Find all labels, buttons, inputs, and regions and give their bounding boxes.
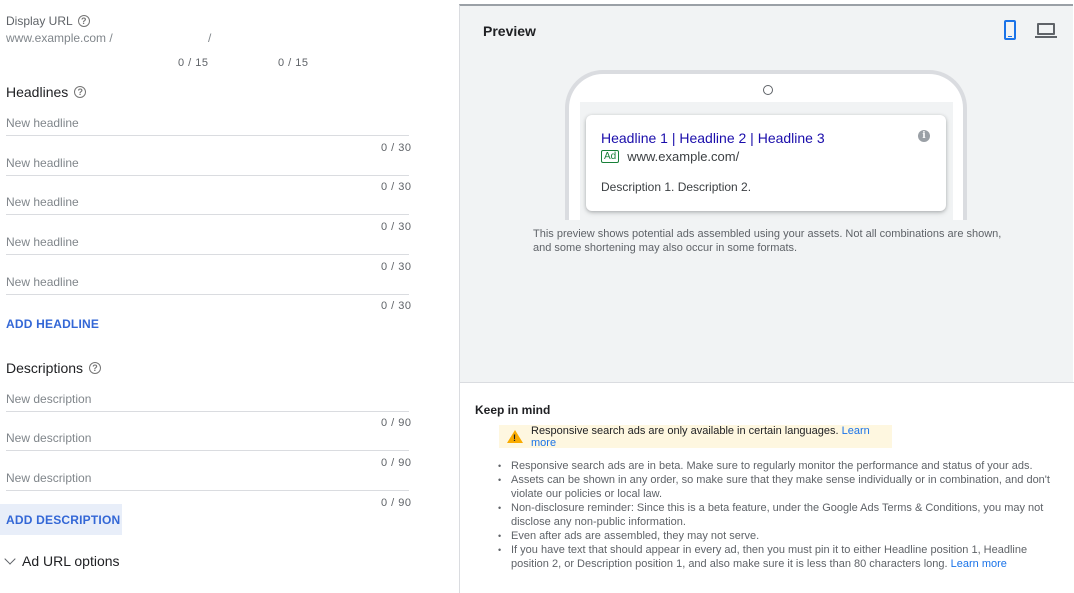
headline-placeholder: New headline [6,116,79,130]
headline-input[interactable]: New headline [6,156,409,176]
headline-placeholder: New headline [6,275,79,289]
preview-note: This preview shows potential ads assembl… [533,228,1002,254]
add-description-button[interactable]: ADD DESCRIPTION [0,504,122,535]
keep-in-mind-title: Keep in mind [475,403,551,417]
ad-display-url: www.example.com/ [627,149,740,164]
description-input[interactable]: New description [6,392,409,412]
keep-in-mind-section: Keep in mind ! Responsive search ads are… [460,382,1074,593]
headline-input[interactable]: New headline [6,235,409,255]
list-item: Even after ads are assembled, they may n… [497,529,1057,543]
ad-badge: Ad [601,150,620,163]
description-count: 0 / 90 [381,497,412,509]
description-input[interactable]: New description [6,431,409,451]
display-url-label: Display URL ? [6,14,90,28]
headline-count: 0 / 30 [381,142,412,154]
list-item: Non-disclosure reminder: Since this is a… [497,501,1057,529]
list-item: Responsive search ads are in beta. Make … [497,459,1057,473]
warning-message: Responsive search ads are only available… [531,424,839,437]
desktop-device-icon[interactable] [1035,23,1057,38]
preview-title: Preview [483,23,536,39]
description-placeholder: New description [6,392,92,406]
list-item: If you have text that should appear in e… [497,543,1057,571]
headlines-title-text: Headlines [6,84,69,100]
ad-url-options-toggle[interactable]: Ad URL options [4,552,120,569]
ad-url-options-label: Ad URL options [22,553,120,569]
add-description-label: ADD DESCRIPTION [6,513,121,527]
headline-count: 0 / 30 [381,300,412,312]
description-placeholder: New description [6,471,92,485]
warning-text: Responsive search ads are only available… [531,425,892,449]
info-icon[interactable]: i [918,130,930,142]
ad-url-row: Ad www.example.com/ [601,149,739,164]
path2-count: 0 / 15 [278,57,309,69]
headline-placeholder: New headline [6,235,79,249]
headline-input[interactable]: New headline [6,116,409,136]
help-icon[interactable]: ? [74,86,87,98]
warning-icon: ! [507,430,523,443]
chevron-down-icon [4,552,16,565]
headline-count: 0 / 30 [381,261,412,273]
description-placeholder: New description [6,431,92,445]
ad-editor-panel: Display URL ? www.example.com / / 0 / 15… [0,0,460,593]
headline-count: 0 / 30 [381,181,412,193]
preview-panel: Preview Headline 1 | Headline 2 | Headli… [459,4,1074,593]
headline-placeholder: New headline [6,156,79,170]
headline-placeholder: New headline [6,195,79,209]
help-icon[interactable]: ? [89,362,102,374]
description-input[interactable]: New description [6,471,409,491]
add-headline-button[interactable]: ADD HEADLINE [6,317,99,331]
list-item: Assets can be shown in any order, so mak… [497,473,1057,501]
ad-headline: Headline 1 | Headline 2 | Headline 3 [601,130,825,146]
descriptions-title-text: Descriptions [6,360,84,376]
display-url-base: www.example.com / [6,31,113,45]
headlines-title: Headlines ? [6,84,87,100]
phone-camera [763,85,773,95]
language-warning: ! Responsive search ads are only availab… [499,425,892,449]
path1-count: 0 / 15 [178,57,209,69]
keep-in-mind-list: Responsive search ads are in beta. Make … [497,459,1057,571]
mobile-device-icon[interactable] [1004,20,1016,40]
display-url-separator: / [208,31,212,45]
display-url-title: Display URL [6,14,73,28]
description-count: 0 / 90 [381,457,412,469]
learn-more-link[interactable]: Learn more [951,558,1007,570]
descriptions-title: Descriptions ? [6,360,102,376]
headline-input[interactable]: New headline [6,275,409,295]
description-count: 0 / 90 [381,417,412,429]
headline-count: 0 / 30 [381,221,412,233]
ad-preview-card: Headline 1 | Headline 2 | Headline 3 i A… [586,115,946,211]
help-icon[interactable]: ? [77,15,90,27]
ad-description: Description 1. Description 2. [601,180,752,194]
headline-input[interactable]: New headline [6,195,409,215]
